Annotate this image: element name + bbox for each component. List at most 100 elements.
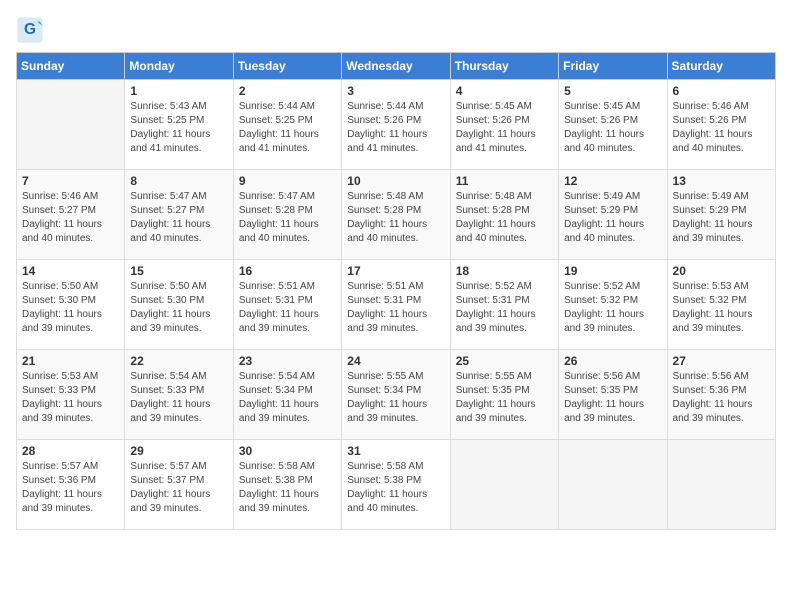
logo-icon: G [16,16,44,44]
calendar-cell: 14 Sunrise: 5:50 AMSunset: 5:30 PMDayligh… [17,260,125,350]
page-header: G [16,16,776,44]
calendar-cell [17,80,125,170]
calendar-cell: 7 Sunrise: 5:46 AMSunset: 5:27 PMDaylight… [17,170,125,260]
calendar-cell: 8 Sunrise: 5:47 AMSunset: 5:27 PMDaylight… [125,170,233,260]
day-number: 3 [347,84,444,98]
calendar-cell: 13 Sunrise: 5:49 AMSunset: 5:29 PMDayligh… [667,170,775,260]
day-info: Sunrise: 5:43 AMSunset: 5:25 PMDaylight:… [130,100,227,156]
day-info: Sunrise: 5:48 AMSunset: 5:28 PMDaylight:… [456,190,553,246]
day-number: 22 [130,354,227,368]
day-info: Sunrise: 5:54 AMSunset: 5:34 PMDaylight:… [239,370,336,426]
calendar-header-row: SundayMondayTuesdayWednesdayThursdayFrid… [17,53,776,80]
day-info: Sunrise: 5:58 AMSunset: 5:38 PMDaylight:… [239,460,336,516]
week-row-1: 7 Sunrise: 5:46 AMSunset: 5:27 PMDaylight… [17,170,776,260]
calendar-cell: 19 Sunrise: 5:52 AMSunset: 5:32 PMDayligh… [559,260,667,350]
calendar: SundayMondayTuesdayWednesdayThursdayFrid… [16,52,776,530]
header-friday: Friday [559,53,667,80]
header-wednesday: Wednesday [342,53,450,80]
day-number: 5 [564,84,661,98]
calendar-cell: 18 Sunrise: 5:52 AMSunset: 5:31 PMDayligh… [450,260,558,350]
calendar-cell: 9 Sunrise: 5:47 AMSunset: 5:28 PMDaylight… [233,170,341,260]
calendar-cell: 15 Sunrise: 5:50 AMSunset: 5:30 PMDayligh… [125,260,233,350]
day-number: 19 [564,264,661,278]
day-info: Sunrise: 5:56 AMSunset: 5:36 PMDaylight:… [673,370,770,426]
day-info: Sunrise: 5:49 AMSunset: 5:29 PMDaylight:… [564,190,661,246]
day-number: 10 [347,174,444,188]
calendar-cell: 23 Sunrise: 5:54 AMSunset: 5:34 PMDayligh… [233,350,341,440]
calendar-cell: 1 Sunrise: 5:43 AMSunset: 5:25 PMDaylight… [125,80,233,170]
day-info: Sunrise: 5:52 AMSunset: 5:32 PMDaylight:… [564,280,661,336]
day-info: Sunrise: 5:58 AMSunset: 5:38 PMDaylight:… [347,460,444,516]
day-info: Sunrise: 5:46 AMSunset: 5:27 PMDaylight:… [22,190,119,246]
day-number: 7 [22,174,119,188]
day-info: Sunrise: 5:55 AMSunset: 5:35 PMDaylight:… [456,370,553,426]
day-info: Sunrise: 5:44 AMSunset: 5:25 PMDaylight:… [239,100,336,156]
day-number: 28 [22,444,119,458]
day-number: 9 [239,174,336,188]
calendar-cell: 17 Sunrise: 5:51 AMSunset: 5:31 PMDayligh… [342,260,450,350]
day-number: 6 [673,84,770,98]
day-info: Sunrise: 5:52 AMSunset: 5:31 PMDaylight:… [456,280,553,336]
day-info: Sunrise: 5:48 AMSunset: 5:28 PMDaylight:… [347,190,444,246]
calendar-cell: 21Sunrise: 5:53 AMSunset: 5:33 PMDayligh… [17,350,125,440]
day-number: 23 [239,354,336,368]
day-number: 8 [130,174,227,188]
day-info: Sunrise: 5:46 AMSunset: 5:26 PMDaylight:… [673,100,770,156]
day-number: 14 [22,264,119,278]
calendar-cell: 27 Sunrise: 5:56 AMSunset: 5:36 PMDayligh… [667,350,775,440]
day-number: 20 [673,264,770,278]
day-info: Sunrise: 5:47 AMSunset: 5:28 PMDaylight:… [239,190,336,246]
day-info: Sunrise: 5:47 AMSunset: 5:27 PMDaylight:… [130,190,227,246]
calendar-cell: 6 Sunrise: 5:46 AMSunset: 5:26 PMDaylight… [667,80,775,170]
calendar-cell: 4Sunrise: 5:45 AMSunset: 5:26 PMDaylight… [450,80,558,170]
day-info: Sunrise: 5:57 AMSunset: 5:36 PMDaylight:… [22,460,119,516]
day-number: 21 [22,354,119,368]
calendar-cell: 25 Sunrise: 5:55 AMSunset: 5:35 PMDayligh… [450,350,558,440]
day-number: 1 [130,84,227,98]
day-number: 2 [239,84,336,98]
header-sunday: Sunday [17,53,125,80]
day-info: Sunrise: 5:54 AMSunset: 5:33 PMDaylight:… [130,370,227,426]
day-info: Sunrise: 5:50 AMSunset: 5:30 PMDaylight:… [130,280,227,336]
calendar-cell: 20 Sunrise: 5:53 AMSunset: 5:32 PMDayligh… [667,260,775,350]
day-info: Sunrise: 5:56 AMSunset: 5:35 PMDaylight:… [564,370,661,426]
calendar-cell [559,440,667,530]
day-number: 12 [564,174,661,188]
calendar-cell [450,440,558,530]
day-number: 13 [673,174,770,188]
day-number: 31 [347,444,444,458]
calendar-cell: 26 Sunrise: 5:56 AMSunset: 5:35 PMDayligh… [559,350,667,440]
calendar-cell: 12 Sunrise: 5:49 AMSunset: 5:29 PMDayligh… [559,170,667,260]
week-row-2: 14 Sunrise: 5:50 AMSunset: 5:30 PMDayligh… [17,260,776,350]
calendar-cell: 11 Sunrise: 5:48 AMSunset: 5:28 PMDayligh… [450,170,558,260]
day-info: Sunrise: 5:57 AMSunset: 5:37 PMDaylight:… [130,460,227,516]
calendar-cell: 5Sunrise: 5:45 AMSunset: 5:26 PMDaylight… [559,80,667,170]
day-number: 18 [456,264,553,278]
day-info: Sunrise: 5:53 AMSunset: 5:32 PMDaylight:… [673,280,770,336]
day-number: 15 [130,264,227,278]
day-number: 27 [673,354,770,368]
day-info: Sunrise: 5:55 AMSunset: 5:34 PMDaylight:… [347,370,444,426]
calendar-cell: 24 Sunrise: 5:55 AMSunset: 5:34 PMDayligh… [342,350,450,440]
header-tuesday: Tuesday [233,53,341,80]
day-info: Sunrise: 5:51 AMSunset: 5:31 PMDaylight:… [347,280,444,336]
day-number: 11 [456,174,553,188]
calendar-cell: 30Sunrise: 5:58 AMSunset: 5:38 PMDayligh… [233,440,341,530]
day-number: 17 [347,264,444,278]
day-info: Sunrise: 5:45 AMSunset: 5:26 PMDaylight:… [456,100,553,156]
svg-text:G: G [24,21,36,38]
day-number: 16 [239,264,336,278]
calendar-cell: 31 Sunrise: 5:58 AMSunset: 5:38 PMDayligh… [342,440,450,530]
day-number: 24 [347,354,444,368]
day-info: Sunrise: 5:49 AMSunset: 5:29 PMDaylight:… [673,190,770,246]
header-monday: Monday [125,53,233,80]
calendar-cell: 2 Sunrise: 5:44 AMSunset: 5:25 PMDaylight… [233,80,341,170]
calendar-cell: 16 Sunrise: 5:51 AMSunset: 5:31 PMDayligh… [233,260,341,350]
week-row-0: 1 Sunrise: 5:43 AMSunset: 5:25 PMDaylight… [17,80,776,170]
day-number: 25 [456,354,553,368]
day-info: Sunrise: 5:51 AMSunset: 5:31 PMDaylight:… [239,280,336,336]
calendar-cell [667,440,775,530]
day-number: 26 [564,354,661,368]
day-info: Sunrise: 5:50 AMSunset: 5:30 PMDaylight:… [22,280,119,336]
week-row-4: 28 Sunrise: 5:57 AMSunset: 5:36 PMDayligh… [17,440,776,530]
